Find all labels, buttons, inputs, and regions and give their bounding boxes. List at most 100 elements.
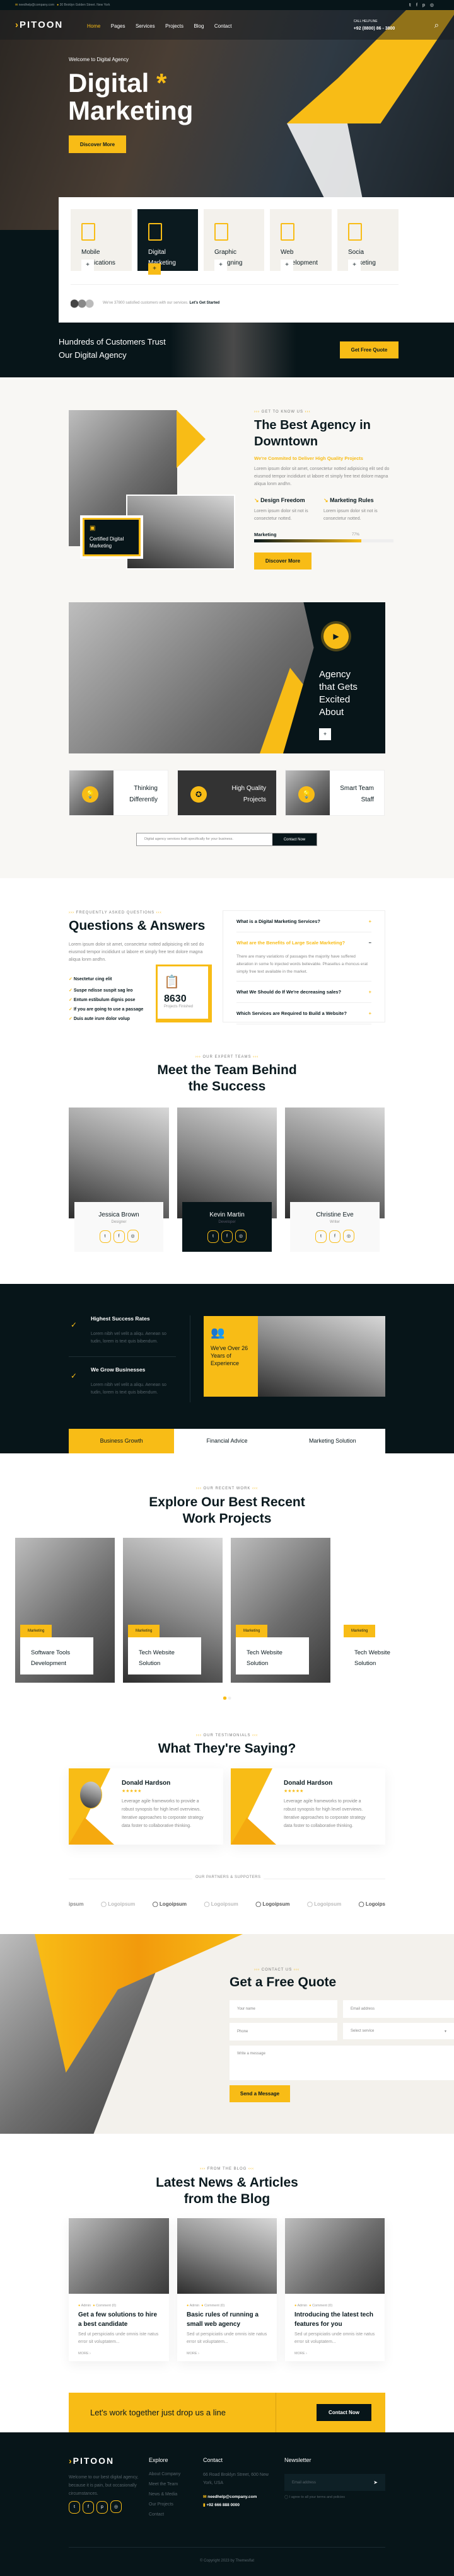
blog-post-title[interactable]: Introducing the latest tech features for… [285, 2310, 385, 2329]
twitter-icon[interactable]: t [207, 1230, 219, 1243]
facebook-icon[interactable]: f [221, 1230, 233, 1243]
newsletter-input[interactable]: Email address ➤ [284, 2474, 385, 2491]
testimonial-text: Leverage agile frameworks to provide a r… [284, 1799, 366, 1828]
more-link[interactable]: MORE › [177, 2348, 277, 2359]
footer-logo[interactable]: ›PITOON [69, 2456, 114, 2466]
partner-logo[interactable]: ◯ Logoipsum [153, 1901, 187, 1907]
partner-logo[interactable]: ◯ Logoipsum [255, 1901, 289, 1907]
tab-financial-advice[interactable]: Financial Advice [174, 1429, 279, 1453]
facebook-icon[interactable]: f [113, 1230, 125, 1243]
facebook-icon[interactable]: f [329, 1230, 340, 1243]
tab-marketing-solution[interactable]: Marketing Solution [280, 1429, 385, 1453]
feature-smart-team-staff[interactable]: 💡 Smart Team Staff [285, 770, 385, 816]
project-card[interactable]: Marketing Software Tools Development [15, 1538, 115, 1683]
plus-icon[interactable]: + [148, 263, 161, 275]
nav-home[interactable]: Home [87, 23, 100, 29]
more-link[interactable]: MORE › [285, 2348, 385, 2359]
helpline[interactable]: CALL HELPLINE +92 (8800) 86 - 3800 [354, 18, 417, 32]
nav-projects[interactable]: Projects [165, 23, 183, 29]
discover-more-button[interactable]: Discover More [69, 135, 126, 153]
twitter-icon[interactable]: t [69, 2500, 80, 2514]
instagram-icon[interactable]: ◎ [235, 1230, 247, 1242]
partner-logo[interactable]: ◯ Logoipsum [307, 1901, 341, 1907]
partner-logo[interactable]: ipsum [69, 1901, 84, 1907]
nav-pages[interactable]: Pages [111, 23, 125, 29]
faq-question[interactable]: What We Should do If We're decreasing sa… [236, 982, 371, 1003]
about-discover-more-button[interactable]: Discover More [254, 552, 311, 570]
email-field[interactable]: Email address [343, 2000, 454, 2018]
plus-icon[interactable]: + [348, 260, 361, 271]
footer-phone[interactable]: ▮ +92 666 888 0000 [203, 2502, 240, 2507]
name-field[interactable]: Your name [230, 2000, 337, 2018]
twitter-icon[interactable]: t [99, 1230, 111, 1243]
facebook-icon[interactable]: f [416, 3, 422, 8]
service-card-digital-marketing[interactable]: Digital Marketing + [137, 209, 198, 275]
instagram-icon[interactable]: ◎ [127, 1230, 139, 1242]
blog-post-title[interactable]: Get a few solutions to hire a best candi… [69, 2310, 169, 2329]
nav-contact[interactable]: Contact [214, 23, 232, 29]
testimonial-card: Donald Hardson ★★★★★ Leverage agile fram… [231, 1768, 385, 1845]
blog-card[interactable]: ● Admin ● Comment (0) Basic rules of runn… [177, 2218, 277, 2361]
twitter-icon[interactable]: 𝕥 [409, 3, 416, 8]
instagram-icon[interactable]: ◎ [110, 2500, 122, 2513]
lets-get-started-link[interactable]: Let's Get Started [189, 301, 219, 305]
nav-blog[interactable]: Blog [194, 23, 204, 29]
service-card-web-development[interactable]: Web Development + [270, 209, 332, 271]
blog-card[interactable]: ● Admin ● Comment (0) Introducing the lat… [285, 2218, 385, 2361]
feature-high-quality-projects[interactable]: ✪ High Quality Projects [177, 770, 277, 816]
footer-link[interactable]: Contact [149, 2510, 180, 2520]
footer-link[interactable]: News & Media [149, 2490, 180, 2500]
footer-about: Welcome to our best digital agency, beca… [69, 2475, 139, 2496]
facebook-icon[interactable]: f [83, 2500, 94, 2514]
carousel-dots[interactable] [223, 1697, 232, 1700]
faq-question-open[interactable]: What are the Benefits of Large Scale Mar… [236, 932, 371, 953]
nav-services[interactable]: Services [136, 23, 155, 29]
service-card-mobile-applications[interactable]: Mobile Applications + [71, 209, 132, 271]
plus-icon[interactable]: + [281, 260, 293, 271]
project-card[interactable]: Marketing Tech Website Solution [123, 1538, 223, 1683]
partner-logo[interactable]: ◯ Logoipsum [101, 1901, 135, 1907]
service-select[interactable]: Select service ▾ [343, 2023, 454, 2039]
service-card-social-marketing[interactable]: Socia Marketing + [337, 209, 399, 271]
cta-contact-now-button[interactable]: Contact Now [317, 2404, 371, 2421]
tab-business-growth[interactable]: Business Growth [69, 1429, 175, 1453]
footer-link[interactable]: Our Projects [149, 2500, 180, 2510]
plus-icon[interactable]: + [81, 260, 94, 271]
footer-email[interactable]: ✉ needhelp@company.com [203, 2494, 257, 2499]
instagram-icon[interactable]: ◎ [343, 1230, 354, 1242]
send-message-button[interactable]: Send a Message [230, 2085, 290, 2102]
partner-logo[interactable]: ◯ Logoips [359, 1901, 385, 1907]
twitter-icon[interactable]: t [315, 1230, 327, 1243]
instagram-icon[interactable]: ◎ [430, 3, 439, 8]
partner-logo[interactable]: ◯ Logoipsum [204, 1901, 238, 1907]
team-card-christine[interactable]: Christine Eve Writer t f ◎ [290, 1202, 380, 1252]
project-title: Tech Website Solution [128, 1637, 201, 1674]
pinterest-icon[interactable]: p [422, 3, 430, 8]
footer-link[interactable]: Meet the Team [149, 2480, 180, 2490]
send-icon[interactable]: ➤ [373, 2480, 378, 2485]
more-link[interactable]: MORE › [69, 2348, 169, 2359]
topbar-email[interactable]: needhelp@company.com [19, 3, 54, 7]
faq-question[interactable]: What is a Digital Marketing Services? + [236, 911, 371, 932]
phone-field[interactable]: Phone [230, 2023, 337, 2041]
search-icon[interactable]: ⌕ [434, 20, 439, 30]
message-field[interactable]: Write a message [230, 2046, 454, 2080]
plus-icon[interactable]: + [214, 260, 227, 271]
pinterest-icon[interactable]: p [96, 2500, 108, 2514]
team-card-kevin[interactable]: Kevin Martin Developer t f ◎ [182, 1202, 272, 1252]
contact-now-button[interactable]: Contact Now [272, 833, 317, 845]
faq-question[interactable]: Which Services are Required to Build a W… [236, 1003, 371, 1024]
blog-card[interactable]: ● Admin ● Comment (0) Get a few solutions… [69, 2218, 169, 2361]
team-card-jessica[interactable]: Jessica Brown Designer t f ◎ [74, 1202, 163, 1252]
get-free-quote-button[interactable]: Get Free Quote [340, 341, 399, 358]
logo[interactable]: ›PITOON [15, 20, 87, 30]
feature-thinking-differently[interactable]: 💡 Thinking Differently [69, 770, 168, 816]
project-card[interactable]: Marketing Tech Website Solution [231, 1538, 330, 1683]
video-plus-button[interactable]: + [319, 728, 331, 740]
service-card-graphic-designing[interactable]: Graphic Designing + [204, 209, 264, 271]
project-card[interactable]: Marketing Tech Website Solution [339, 1538, 438, 1683]
play-button[interactable]: ▶ [323, 624, 349, 649]
agree-checkbox[interactable]: ◯ I agree to all your terms and policies [284, 2495, 345, 2499]
blog-post-title[interactable]: Basic rules of running a small web agenc… [177, 2310, 277, 2329]
footer-link[interactable]: About Company [149, 2470, 180, 2480]
